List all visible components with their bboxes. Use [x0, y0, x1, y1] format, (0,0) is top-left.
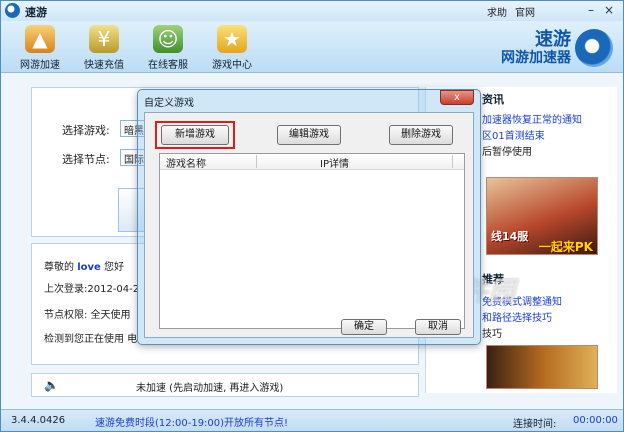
ad-text-pk: 一起来PK: [538, 240, 593, 254]
column-game-name[interactable]: 游戏名称: [166, 155, 206, 170]
help-link[interactable]: 求助: [487, 4, 507, 19]
game-list[interactable]: 游戏名称 IP详情: [159, 153, 465, 329]
connection-time-label: 连接时间:: [513, 419, 557, 430]
column-ip-detail[interactable]: IP详情: [320, 155, 349, 170]
recommend-item[interactable]: 和路径选择技巧: [482, 309, 552, 324]
version-text: 3.4.4.0426: [11, 415, 66, 426]
dialog-body: 新增游戏 编辑游戏 删除游戏 游戏名称 IP详情 确定 取消: [144, 112, 474, 338]
toolbar-recharge[interactable]: ¥ 快速充值: [73, 25, 135, 71]
brand-subtitle: 网游加速器: [501, 50, 571, 66]
news-item[interactable]: 区01首测结束: [482, 127, 545, 142]
footer-bar: 3.4.4.0426 速游免费时段(12:00-19:00)开放所有节点! 连接…: [1, 409, 623, 431]
username: love: [77, 262, 101, 273]
close-window-button[interactable]: ×: [601, 3, 617, 18]
minimize-button[interactable]: –: [583, 3, 599, 18]
recharge-icon: ¥: [89, 25, 119, 53]
list-header: 游戏名称 IP详情: [160, 154, 464, 170]
last-login: 上次登录:2012-04-2: [44, 284, 140, 295]
detect-text: 检测到您正在使用 电: [44, 334, 138, 345]
ad-banner-bottom[interactable]: [486, 345, 598, 389]
toolbar: ▲ 网游加速 ¥ 快速充值 ☺ 在线客服 ★ 游戏中心 速游 网游加速器: [1, 21, 623, 73]
column-divider: [452, 155, 453, 168]
node-select-label: 选择节点:: [62, 153, 110, 166]
official-site-link[interactable]: 官网: [515, 4, 535, 19]
edit-game-button[interactable]: 编辑游戏: [277, 125, 341, 145]
news-heading: 资讯: [482, 93, 504, 106]
status-text: 未加速 (先启动加速, 再进入游戏): [136, 383, 284, 394]
promo-link[interactable]: 速游免费时段(12:00-19:00)开放所有节点!: [95, 414, 288, 429]
ad-text-server: 线14服: [491, 230, 529, 243]
toolbar-label: 游戏中心: [212, 60, 252, 71]
cancel-button[interactable]: 取消: [415, 319, 461, 335]
ok-button[interactable]: 确定: [341, 319, 387, 335]
dialog-title: 自定义游戏: [144, 98, 194, 109]
delete-game-button[interactable]: 删除游戏: [389, 125, 453, 145]
toolbar-label: 网游加速: [20, 60, 60, 71]
greeting-suffix: 您好: [103, 262, 124, 273]
recommend-item[interactable]: 技巧: [482, 325, 502, 340]
custom-game-dialog: 自定义游戏 x 新增游戏 编辑游戏 删除游戏 游戏名称 IP详情 确定 取消: [137, 89, 481, 345]
support-icon: ☺: [153, 25, 183, 53]
game-accelerate-icon: ▲: [25, 25, 55, 53]
main-window: 速游 求助 官网 – × ▲ 网游加速 ¥ 快速充值 ☺ 在线客服 ★ 游戏中心…: [0, 0, 624, 432]
news-item[interactable]: 后暂停使用: [482, 143, 532, 158]
toolbar-game-accelerate[interactable]: ▲ 网游加速: [9, 25, 71, 71]
toolbar-label: 在线客服: [148, 60, 188, 71]
node-permission: 节点权限: 全天使用: [44, 310, 131, 321]
app-logo-icon: [5, 3, 20, 18]
greeting-line: 尊敬的 love 您好: [44, 258, 124, 273]
ad-banner-game[interactable]: 线14服 一起来PK: [486, 177, 598, 255]
speaker-icon[interactable]: 🔈: [44, 378, 59, 392]
brand-logo: 速游 网游加速器: [483, 23, 613, 71]
app-title: 速游: [25, 6, 47, 19]
title-bar: 速游 求助 官网 – ×: [1, 1, 623, 21]
greeting-prefix: 尊敬的: [44, 262, 74, 273]
column-divider: [256, 155, 257, 168]
accelerate-status: 🔈 未加速 (先启动加速, 再进入游戏): [31, 373, 419, 397]
toolbar-game-center[interactable]: ★ 游戏中心: [201, 25, 263, 71]
connection-time-value: 00:00:00: [573, 415, 618, 426]
dialog-close-button[interactable]: x: [440, 90, 474, 105]
game-select-label: 选择游戏:: [62, 124, 110, 137]
toolbar-label: 快速充值: [84, 60, 124, 71]
news-item[interactable]: 加速器恢复正常的通知: [482, 111, 582, 126]
add-game-button[interactable]: 新增游戏: [161, 125, 229, 145]
brand-mark-icon: [575, 29, 613, 67]
toolbar-support[interactable]: ☺ 在线客服: [137, 25, 199, 71]
game-center-icon: ★: [217, 25, 247, 53]
